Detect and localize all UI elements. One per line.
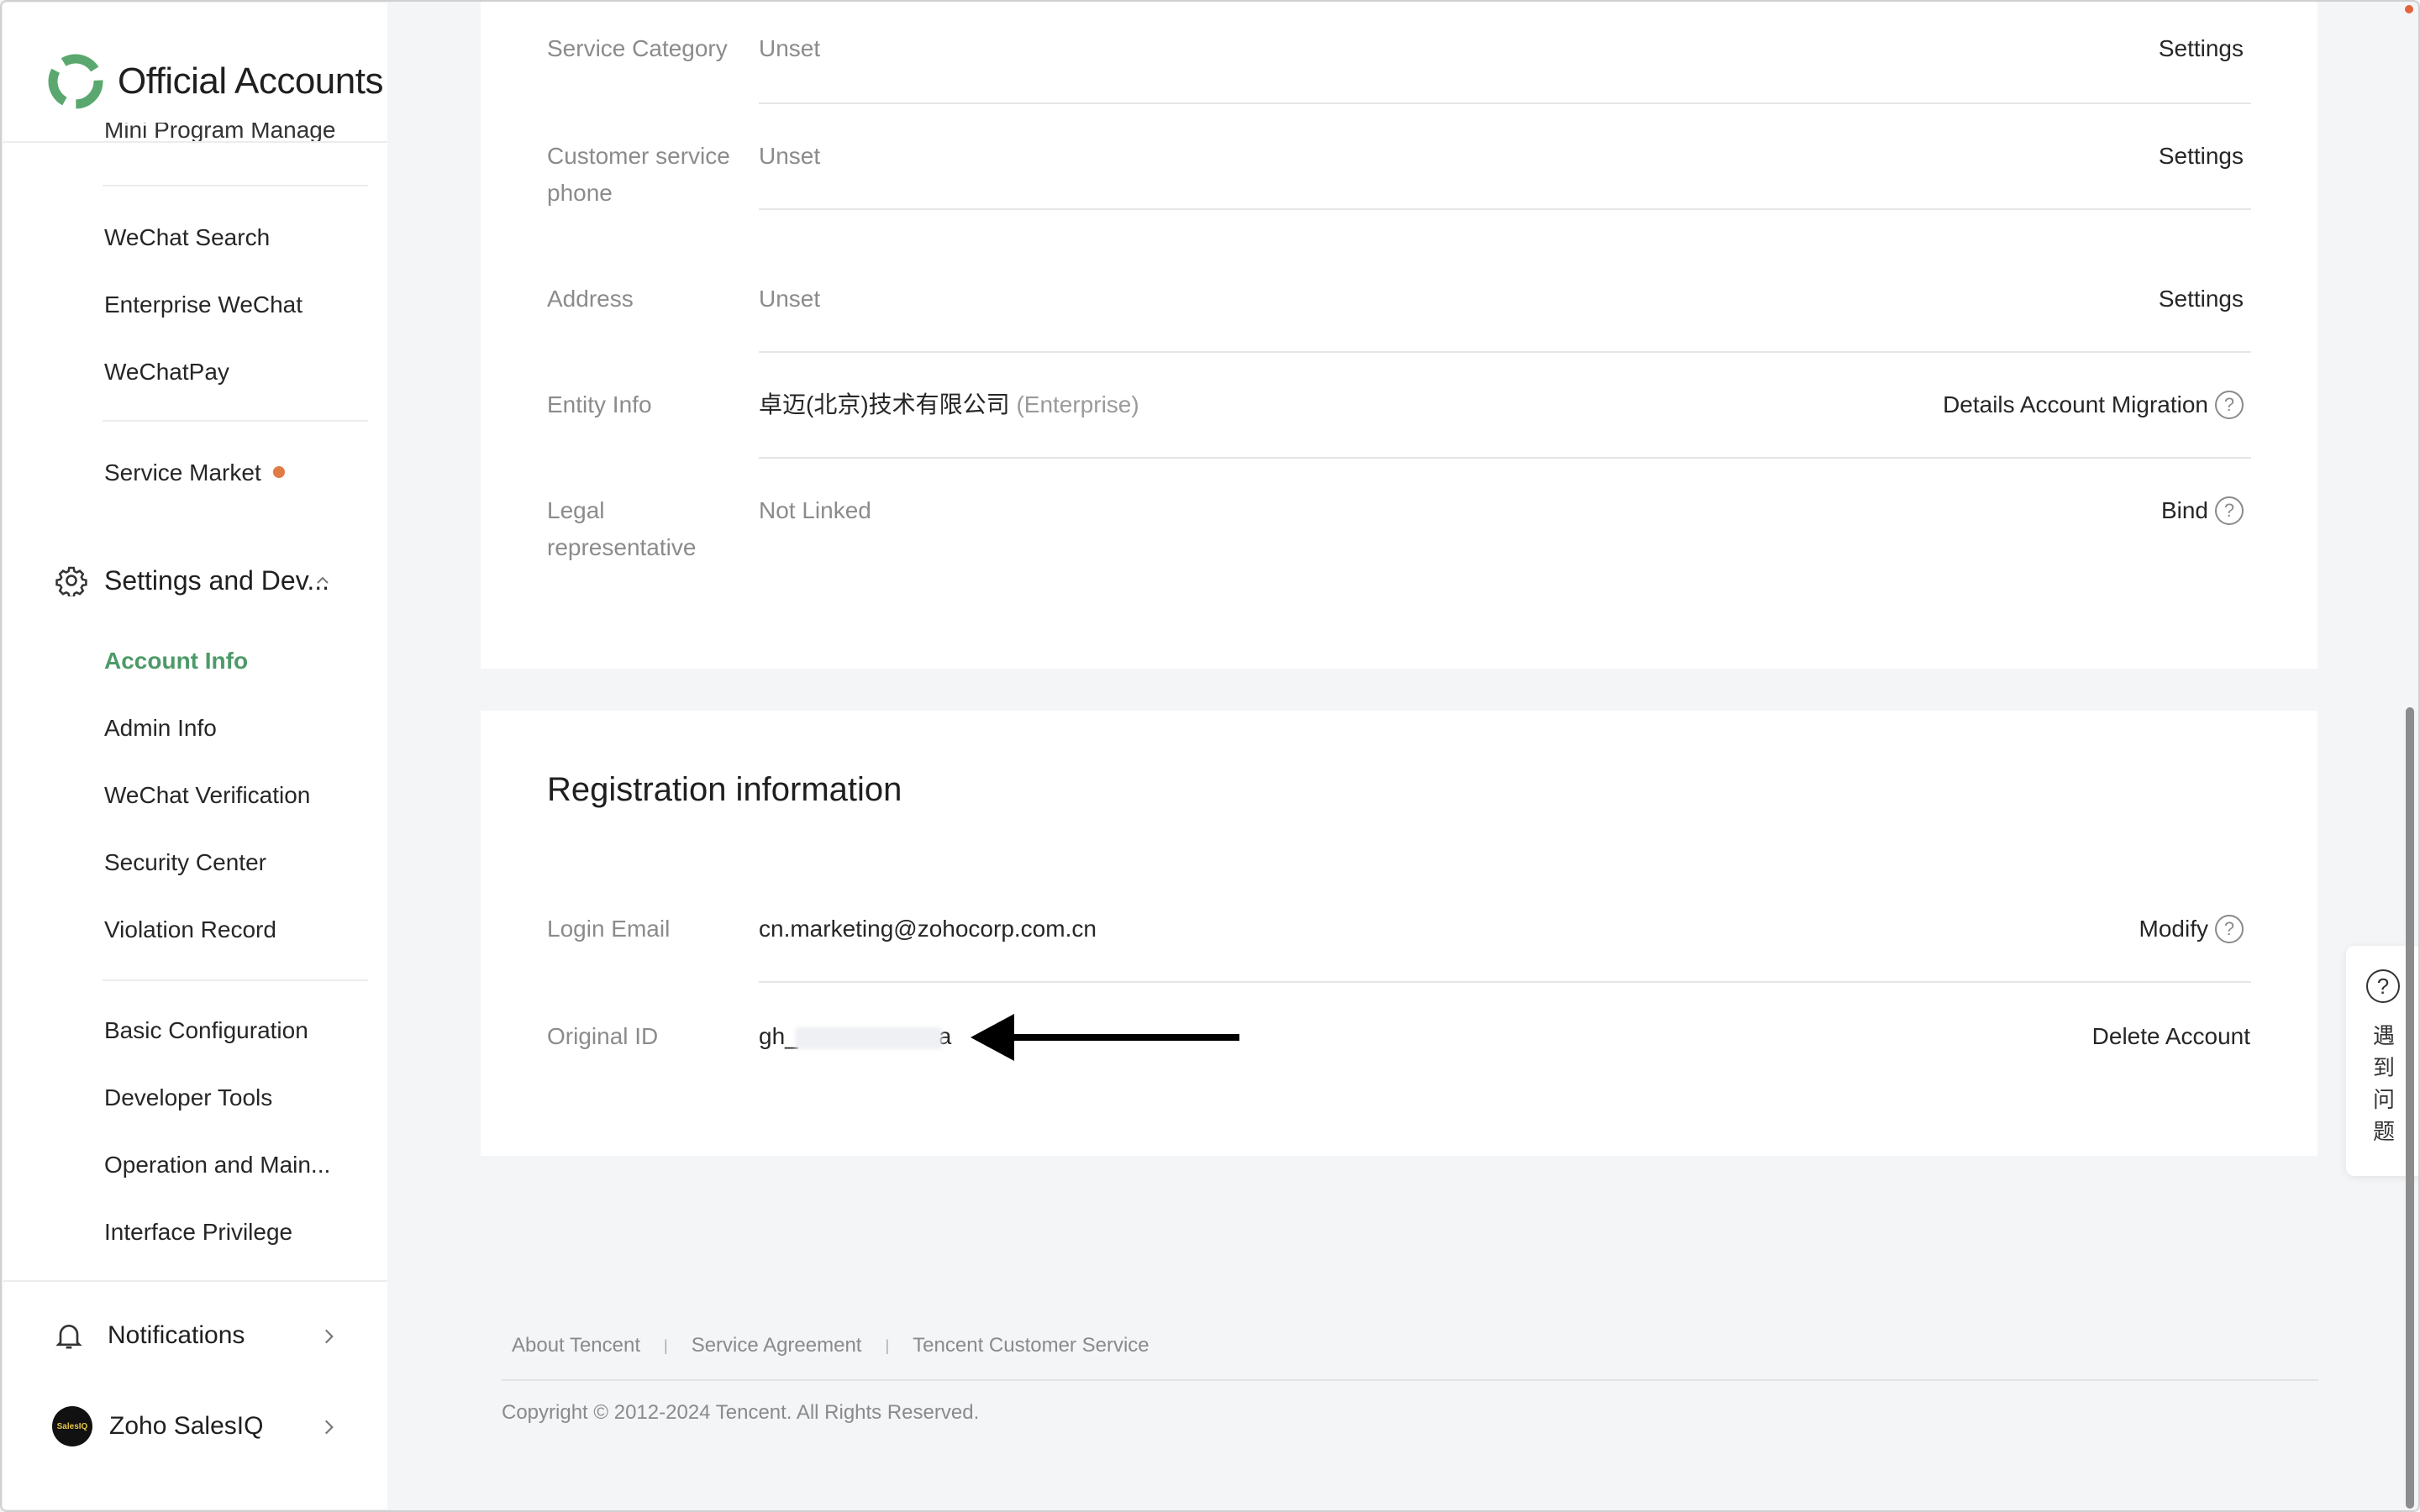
app-logo[interactable]: Official Accounts <box>45 52 383 111</box>
divider <box>103 979 368 981</box>
divider <box>103 420 368 422</box>
sidebar-item-enterprise-wechat[interactable]: Enterprise WeChat <box>104 290 302 320</box>
footer-separator: | <box>664 1336 668 1354</box>
footer-divider <box>502 1379 2318 1381</box>
sidebar-item-admin-info[interactable]: Admin Info <box>104 713 217 743</box>
row-divider <box>759 457 2251 459</box>
details-account-migration-link[interactable]: Details Account Migration <box>1943 386 2208 423</box>
service-category-settings-link[interactable]: Settings <box>2159 30 2244 67</box>
footer-separator: | <box>885 1336 890 1354</box>
sidebar-item-wechat-verification[interactable]: WeChat Verification <box>104 780 310 811</box>
sidebar-section-label: Settings and Dev... <box>104 564 329 596</box>
sidebar-item-label: Service Market <box>104 459 261 486</box>
registration-title: Registration information <box>547 771 902 808</box>
help-icon[interactable]: ? <box>2215 496 2244 525</box>
entity-type: (Enterprise) <box>1016 391 1139 417</box>
app-title: Official Accounts <box>118 60 383 102</box>
bind-link[interactable]: Bind <box>2161 492 2208 529</box>
address-value: Unset <box>759 286 821 312</box>
header-divider <box>3 141 387 143</box>
sidebar-item-wechat-search[interactable]: WeChat Search <box>104 223 270 253</box>
account-name: Zoho SalesIQ <box>109 1412 264 1440</box>
gear-icon <box>55 566 87 596</box>
customer-phone-value: Unset <box>759 143 821 169</box>
question-circle-icon: ? <box>2366 969 2400 1003</box>
login-email-actions[interactable]: Modify ? <box>2139 911 2244 948</box>
login-email-value: cn.marketing@zohocorp.com.cn <box>759 916 1097 942</box>
row-divider <box>759 351 2251 353</box>
login-email-label: Login Email <box>547 916 671 942</box>
chevron-right-icon <box>324 1420 334 1435</box>
notification-dot <box>272 465 285 478</box>
sidebar-section-settings[interactable]: Settings and Dev... <box>55 564 333 596</box>
entity-info-value: 卓迈(北京)技术有限公司 (Enterprise) <box>759 386 1139 423</box>
customer-phone-label: Customer service phone <box>547 143 730 206</box>
official-accounts-logo-icon <box>48 54 103 109</box>
account-info-card <box>481 0 2317 669</box>
sidebar-item-security-center[interactable]: Security Center <box>104 848 266 878</box>
original-id-prefix: gh_ <box>759 1023 798 1049</box>
sidebar-item-developer-tools[interactable]: Developer Tools <box>104 1083 272 1113</box>
delete-account-link[interactable]: Delete Account <box>2092 1018 2250 1055</box>
entity-info-label: Entity Info <box>547 391 652 417</box>
footer-link-customer-service[interactable]: Tencent Customer Service <box>913 1334 1149 1357</box>
sidebar-item-notifications[interactable]: Notifications <box>52 1319 334 1352</box>
customer-phone-settings-link[interactable]: Settings <box>2159 138 2244 175</box>
footer-links: About Tencent | Service Agreement | Tenc… <box>512 1334 1150 1357</box>
sidebar: Official Accounts Mini Program Manage We… <box>3 3 387 1509</box>
account-switcher[interactable]: SalesIQ Zoho SalesIQ <box>52 1406 334 1446</box>
service-category-value: Unset <box>759 35 821 61</box>
sidebar-item-mini-program[interactable]: Mini Program Manage <box>104 123 335 143</box>
divider <box>3 1280 387 1282</box>
legal-representative-actions[interactable]: Bind ? <box>2161 492 2244 529</box>
footer-link-service-agreement[interactable]: Service Agreement <box>692 1334 862 1357</box>
chevron-right-icon <box>324 1329 334 1344</box>
sidebar-item-violation-record[interactable]: Violation Record <box>104 915 276 945</box>
sidebar-item-label: Notifications <box>108 1321 245 1349</box>
entity-name: 卓迈(北京)技术有限公司 <box>759 391 1010 417</box>
help-icon[interactable]: ? <box>2215 915 2244 943</box>
sidebar-item-account-info[interactable]: Account Info <box>104 646 248 676</box>
row-divider <box>759 102 2251 104</box>
address-settings-link[interactable]: Settings <box>2159 281 2244 318</box>
chevron-up-icon <box>317 576 329 584</box>
modify-link[interactable]: Modify <box>2139 911 2208 948</box>
divider <box>103 185 368 186</box>
bell-icon <box>55 1325 82 1349</box>
service-category-label: Service Category <box>547 35 728 61</box>
legal-representative-label: Legal representative <box>547 497 697 560</box>
avatar: SalesIQ <box>52 1406 92 1446</box>
address-label: Address <box>547 286 634 312</box>
sidebar-item-interface-privilege[interactable]: Interface Privilege <box>104 1217 292 1247</box>
copyright: Copyright © 2012-2024 Tencent. All Right… <box>502 1401 980 1424</box>
sidebar-item-basic-configuration[interactable]: Basic Configuration <box>104 1016 308 1046</box>
row-divider <box>759 208 2251 210</box>
help-icon[interactable]: ? <box>2215 391 2244 419</box>
sidebar-item-service-market[interactable]: Service Market <box>104 458 285 488</box>
original-id-value: gh_ a <box>759 1018 951 1055</box>
window-status-dot <box>2405 5 2413 13</box>
row-divider <box>759 981 2251 983</box>
help-label: 遇到问题 <box>2372 1023 2395 1144</box>
entity-info-actions[interactable]: Details Account Migration ? <box>1943 386 2244 423</box>
scrollbar-thumb[interactable] <box>2406 707 2414 1509</box>
sidebar-item-wechatpay[interactable]: WeChatPay <box>104 357 229 387</box>
redacted-region <box>794 1026 942 1049</box>
legal-representative-value: Not Linked <box>759 497 871 523</box>
footer-link-about[interactable]: About Tencent <box>512 1334 640 1357</box>
annotation-arrow-icon <box>971 1014 1239 1061</box>
sidebar-item-operation-maintenance[interactable]: Operation and Main... <box>104 1150 330 1180</box>
original-id-label: Original ID <box>547 1023 659 1049</box>
